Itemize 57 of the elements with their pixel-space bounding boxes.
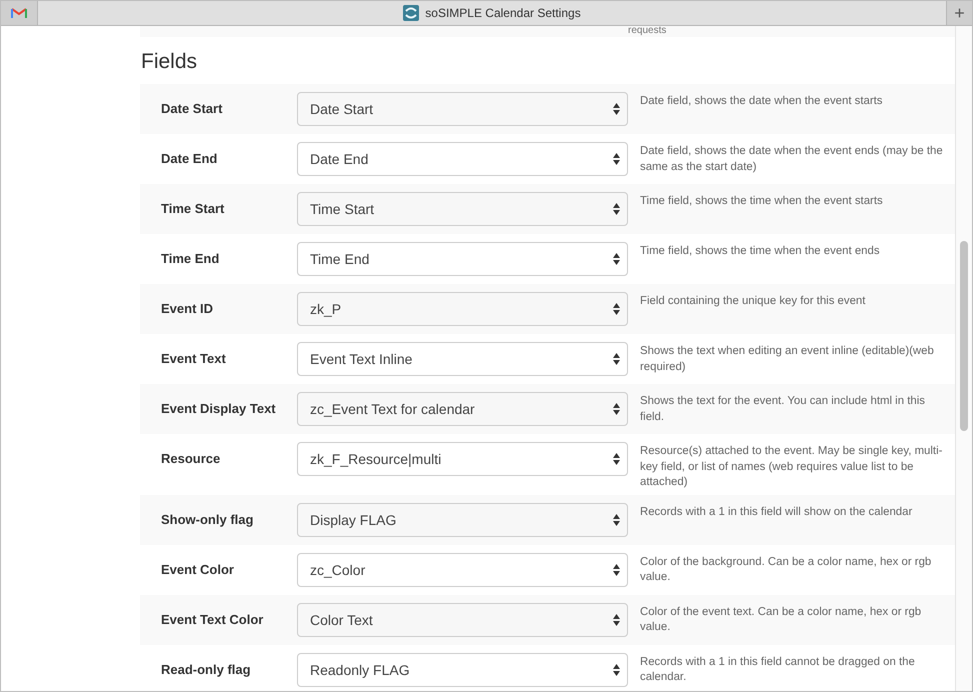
scrollbar-thumb[interactable] — [960, 241, 968, 431]
dropdown-arrows-icon — [613, 203, 620, 215]
field-label: Event ID — [160, 300, 214, 316]
field-description: Records with a 1 in this field cannot be dragged on the calendar. — [639, 654, 916, 685]
field-dropdown[interactable]: zk_F_Resource|multi — [297, 442, 628, 476]
field-description: Records with a 1 in this field will show on the calendar — [639, 504, 914, 520]
dropdown-arrows-icon — [613, 453, 620, 465]
dropdown-arrows-icon — [613, 153, 620, 165]
field-dropdown[interactable]: Date Start — [297, 92, 628, 126]
field-description: Color of the background. Can be a color name, hex or rgb value. — [639, 554, 932, 585]
field-description: Date field, shows the date when the event starts — [639, 94, 884, 109]
scrollbar[interactable] — [955, 26, 972, 691]
field-label: Date End — [160, 150, 218, 166]
new-tab-button[interactable]: + — [946, 1, 972, 25]
field-description: Time field, shows the time when the event ends — [639, 244, 881, 259]
field-dropdown[interactable]: Color Text — [297, 602, 628, 636]
section-heading: Fields — [140, 49, 198, 75]
field-label: Event Text Color — [160, 610, 264, 626]
field-dropdown[interactable]: Event Text Inline — [297, 342, 628, 376]
field-dropdown[interactable]: zk_P — [297, 292, 628, 326]
mail-icon — [11, 7, 27, 19]
window-title: soSIMPLE Calendar Settings — [425, 6, 581, 20]
field-dropdown[interactable]: Readonly FLAG — [297, 652, 628, 686]
dropdown-arrows-icon — [613, 664, 620, 676]
field-description: Resource(s) attached to the event. May be single key, multi-key field, or list of names (web requires value list to be attached) — [639, 444, 944, 490]
app-tab[interactable] — [1, 1, 38, 25]
dropdown-arrows-icon — [613, 403, 620, 415]
field-dropdown[interactable]: Time Start — [297, 192, 628, 226]
field-label: Show-only flag — [160, 510, 254, 526]
field-label: Resource — [160, 450, 222, 466]
field-description: Shows the text for the event. You can include html in this field. — [639, 394, 926, 424]
field-description: Date field, shows the date when the event ends (may be the same as the start date) — [639, 144, 944, 174]
field-label: Read-only flag — [160, 660, 252, 676]
field-label: Event Color — [160, 560, 235, 576]
dropdown-arrows-icon — [613, 564, 620, 576]
field-dropdown[interactable]: zc_Event Text for calendar — [297, 392, 628, 426]
field-label: Date Start — [160, 100, 224, 116]
field-label: Event Display Text — [160, 400, 277, 416]
field-label: Time Start — [160, 200, 226, 216]
dropdown-arrows-icon — [613, 514, 620, 526]
dropdown-arrows-icon — [613, 353, 620, 365]
field-description: Shows the text when editing an event inline (editable)(web required) — [639, 344, 935, 374]
dropdown-arrows-icon — [613, 103, 620, 115]
field-label: Time End — [160, 250, 220, 266]
field-dropdown[interactable]: Time End — [297, 242, 628, 276]
field-description: Color of the event text. Can be a color name, hex or rgb value. — [639, 604, 922, 635]
field-dropdown[interactable]: Display FLAG — [297, 502, 628, 536]
field-dropdown[interactable]: zc_Color — [297, 552, 628, 586]
cut-text: requests — [628, 26, 666, 36]
field-description: Time field, shows the time when the event starts — [639, 194, 884, 209]
field-label: Event Text — [160, 350, 227, 366]
field-description: Field containing the unique key for this event — [639, 294, 866, 309]
field-dropdown[interactable]: Date End — [297, 142, 628, 176]
dropdown-arrows-icon — [613, 303, 620, 315]
dropdown-arrows-icon — [613, 614, 620, 626]
app-logo-icon — [403, 5, 420, 21]
dropdown-arrows-icon — [613, 253, 620, 265]
